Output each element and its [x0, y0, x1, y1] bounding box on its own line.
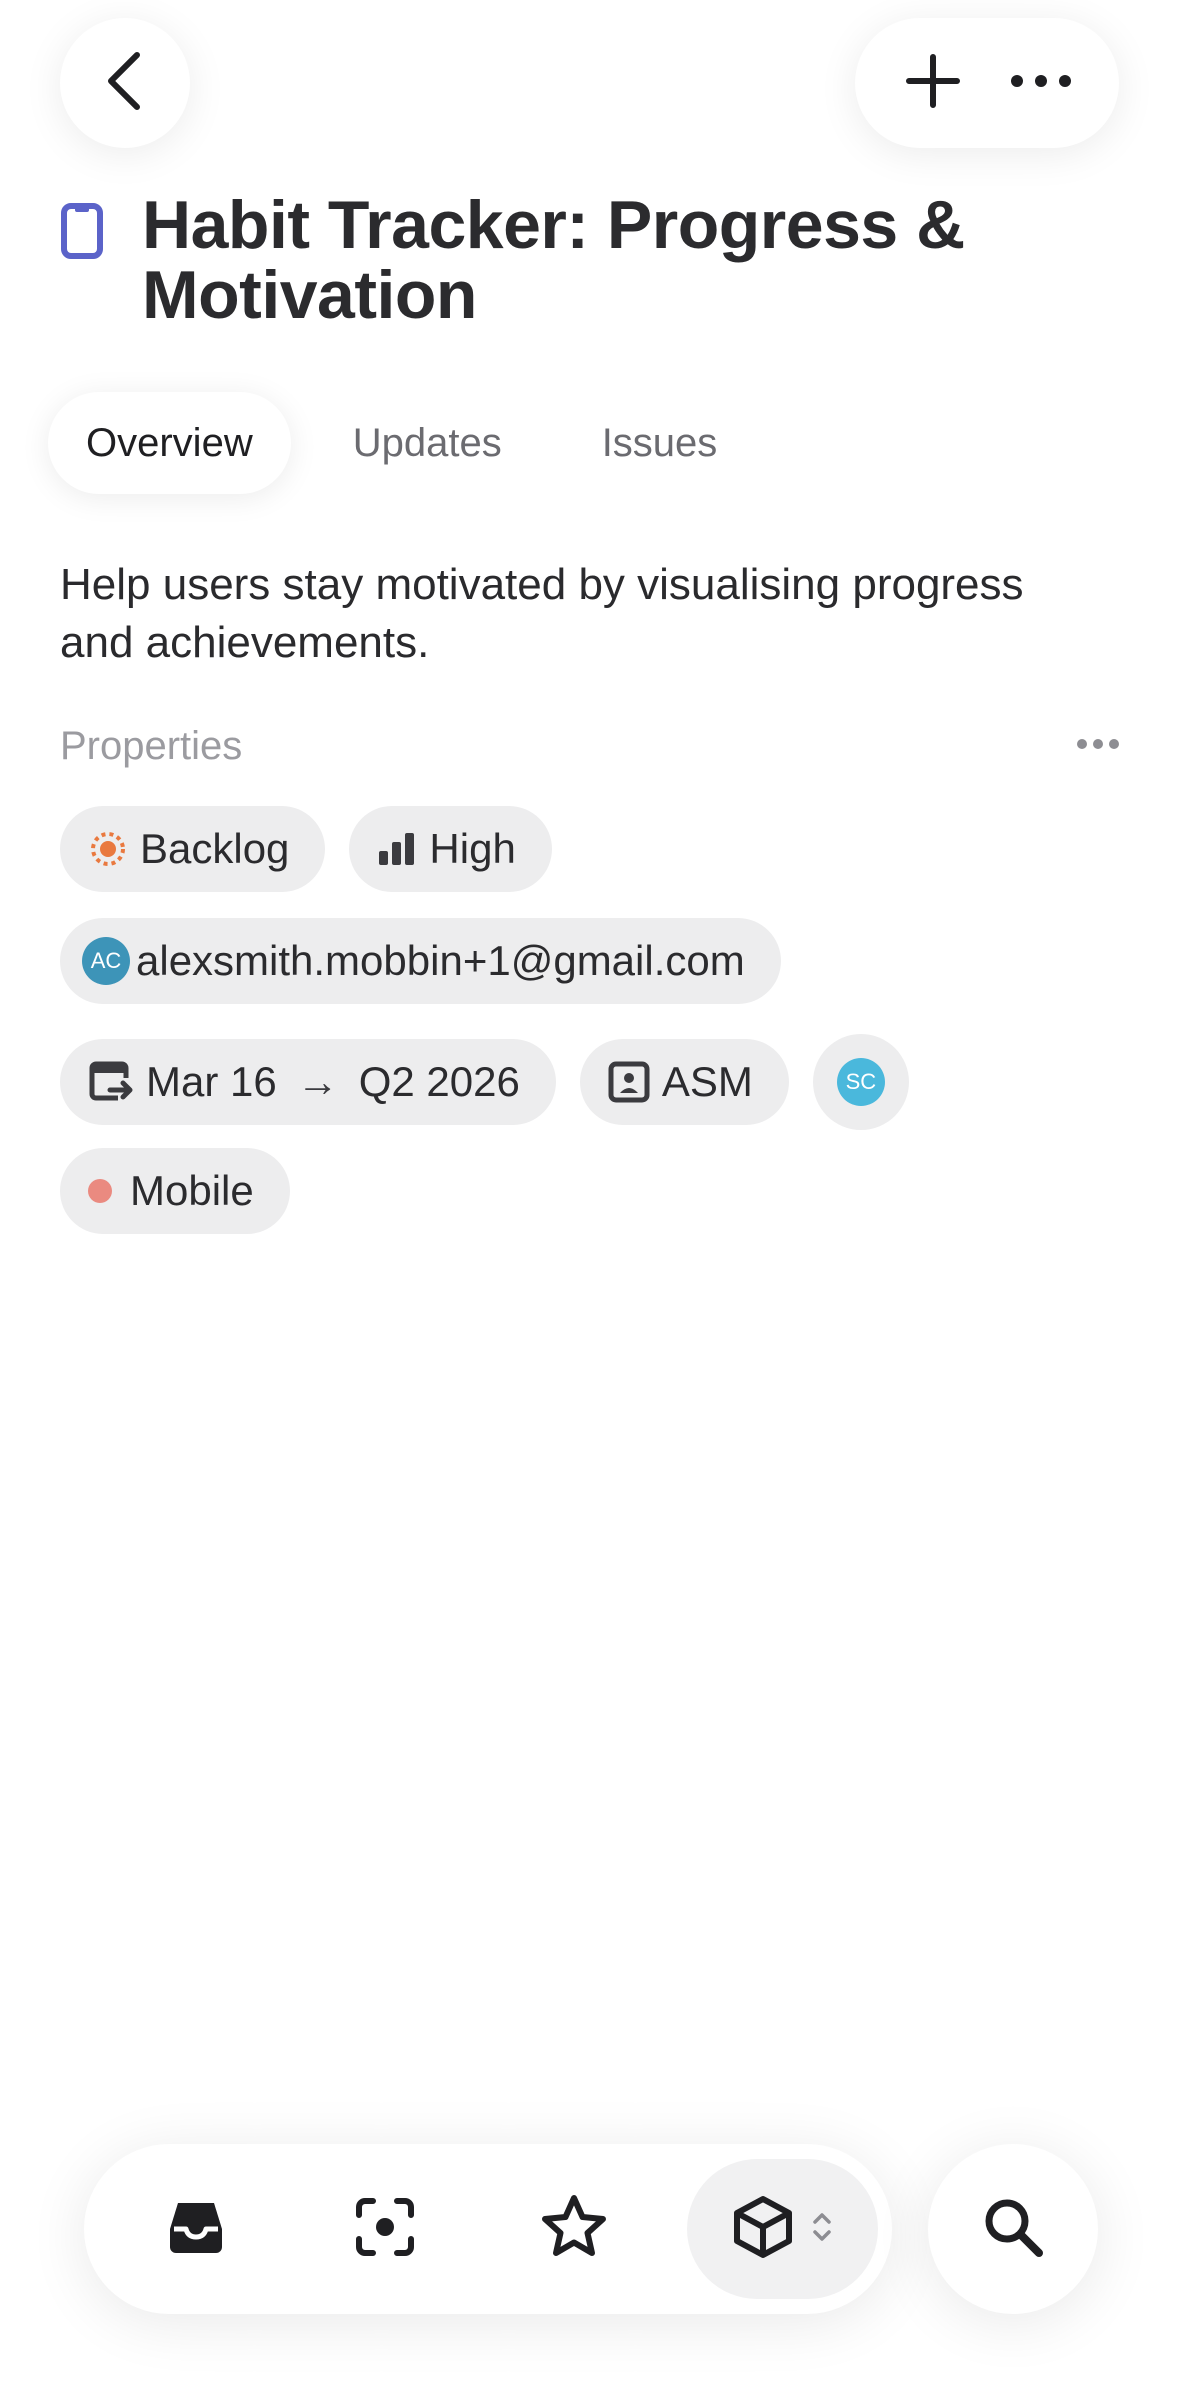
- date-arrow: →: [296, 1058, 339, 1105]
- lead-chip[interactable]: AC alexsmith.mobbin+1@gmail.com: [60, 918, 781, 1004]
- back-button[interactable]: [60, 18, 190, 148]
- label-name: Mobile: [130, 1167, 254, 1214]
- backlog-status-icon: [88, 829, 128, 869]
- end-date: Q2 2026: [358, 1058, 520, 1105]
- avatar: AC: [82, 937, 130, 985]
- properties-row-1: Backlog High: [60, 806, 576, 892]
- more-button[interactable]: [1001, 43, 1081, 123]
- priority-label: High: [429, 825, 516, 872]
- lead-email: alexsmith.mobbin+1@gmail.com: [136, 937, 745, 984]
- team-badge-icon: [608, 1061, 650, 1103]
- project-title-row: Habit Tracker: Progress & Motivation: [60, 190, 1120, 330]
- search-button[interactable]: [928, 2144, 1098, 2314]
- bottom-nav: [84, 2144, 892, 2314]
- team-chip[interactable]: ASM: [579, 1039, 789, 1125]
- chevron-left-icon: [103, 49, 147, 118]
- top-bar: [0, 0, 1179, 160]
- focus-scan-icon: [353, 2195, 417, 2264]
- label-dot-icon: [88, 1179, 112, 1203]
- ellipsis-icon: [1076, 737, 1120, 754]
- priority-bars-icon: [377, 831, 417, 867]
- cube-icon: [731, 2195, 795, 2264]
- properties-header: Properties: [60, 716, 1120, 776]
- nav-favorites[interactable]: [498, 2159, 651, 2299]
- star-icon: [540, 2194, 608, 2265]
- calendar-arrow-icon: [88, 1060, 134, 1104]
- nav-inbox[interactable]: [120, 2159, 273, 2299]
- properties-row-3: Mar 16 → Q2 2026 ASM SC: [60, 1034, 909, 1130]
- member-chip[interactable]: SC: [812, 1034, 909, 1130]
- mobile-device-icon: [60, 202, 120, 272]
- page-title: Habit Tracker: Progress & Motivation: [142, 187, 965, 333]
- project-description[interactable]: Help users stay motivated by visualising…: [60, 556, 1060, 672]
- status-chip[interactable]: Backlog: [60, 806, 326, 892]
- plus-icon: [905, 53, 961, 114]
- chevron-up-down-icon: [811, 2210, 833, 2249]
- search-icon: [981, 2195, 1045, 2264]
- label-chip[interactable]: Mobile: [60, 1148, 290, 1234]
- properties-row-4: Mobile: [60, 1148, 314, 1234]
- avatar: SC: [836, 1058, 885, 1106]
- nav-projects[interactable]: [686, 2159, 878, 2299]
- status-label: Backlog: [140, 825, 290, 872]
- properties-row-2: AC alexsmith.mobbin+1@gmail.com: [60, 918, 805, 1004]
- header-actions: [855, 18, 1119, 148]
- ellipsis-icon: [1009, 73, 1073, 94]
- dates-chip[interactable]: Mar 16 → Q2 2026: [60, 1039, 556, 1125]
- tab-updates[interactable]: Updates: [315, 392, 540, 494]
- inbox-icon: [164, 2195, 228, 2264]
- tab-bar: Overview Updates Issues: [48, 392, 779, 494]
- team-label: ASM: [661, 1058, 753, 1105]
- add-button[interactable]: [893, 43, 973, 123]
- properties-more-button[interactable]: [1076, 737, 1120, 755]
- properties-label: Properties: [60, 723, 243, 768]
- nav-focus[interactable]: [309, 2159, 462, 2299]
- tab-issues[interactable]: Issues: [564, 392, 756, 494]
- start-date: Mar 16: [146, 1058, 277, 1105]
- tab-overview[interactable]: Overview: [48, 392, 291, 494]
- priority-chip[interactable]: High: [349, 806, 552, 892]
